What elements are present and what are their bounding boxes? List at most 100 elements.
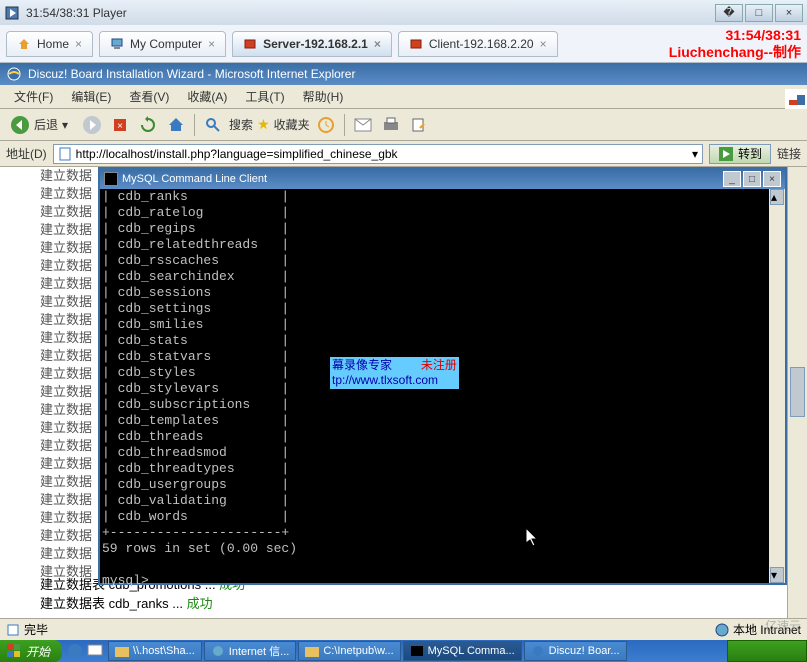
go-label: 转到 xyxy=(738,145,762,162)
url-text: http://localhost/install.php?language=si… xyxy=(76,147,398,161)
links-label[interactable]: 链接 xyxy=(777,145,801,162)
cmd-minimize-button[interactable]: _ xyxy=(723,171,741,187)
home-button[interactable] xyxy=(164,113,188,137)
log-row: 建立数据 xyxy=(40,239,100,257)
log-row: 建立数据 xyxy=(40,167,100,185)
log-row: 建立数据 xyxy=(40,257,100,275)
menu-favorites[interactable]: 收藏(A) xyxy=(179,86,235,107)
scroll-thumb[interactable] xyxy=(790,367,805,417)
log-row: 建立数据 xyxy=(40,203,100,221)
tab-close-icon[interactable]: × xyxy=(540,37,547,51)
separator xyxy=(194,114,195,136)
print-button[interactable] xyxy=(379,113,403,137)
ql-ie-icon[interactable] xyxy=(66,642,84,660)
home-icon xyxy=(17,37,31,51)
back-button[interactable]: 后退 ▾ xyxy=(6,113,76,137)
status-text: 完毕 xyxy=(24,621,48,638)
player-titlebar: 31:54/38:31 Player � □ × xyxy=(0,0,807,25)
stop-button[interactable]: × xyxy=(108,113,132,137)
refresh-button[interactable] xyxy=(136,113,160,137)
search-label[interactable]: 搜索 xyxy=(229,116,253,133)
minimize-button[interactable]: � xyxy=(715,4,743,22)
back-icon xyxy=(10,115,30,135)
ie-scrollbar[interactable] xyxy=(787,167,807,618)
svg-text:×: × xyxy=(117,121,123,132)
ie-menubar: 文件(F) 编辑(E) 查看(V) 收藏(A) 工具(T) 帮助(H) xyxy=(0,85,807,109)
ie-throbber-icon xyxy=(777,87,801,107)
recording-watermark: 幕录像专家 未注册 tp://www.tlxsoft.com xyxy=(330,357,459,389)
start-button[interactable]: 开始 xyxy=(0,640,62,662)
author-display: Liuchenchang--制作 xyxy=(669,44,801,61)
log-line: 建立数据表 cdb_ranks ... 成功 xyxy=(40,593,245,612)
history-button[interactable] xyxy=(314,113,338,137)
computer-icon xyxy=(110,37,124,51)
menu-tools[interactable]: 工具(T) xyxy=(237,86,292,107)
menu-edit[interactable]: 编辑(E) xyxy=(63,86,119,107)
task-sharedfolder[interactable]: \\.host\Sha... xyxy=(108,641,202,661)
edit-button[interactable] xyxy=(407,113,431,137)
guest-vm: Discuz! Board Installation Wizard - Micr… xyxy=(0,63,807,662)
tab-close-icon[interactable]: × xyxy=(208,37,215,51)
log-row: 建立数据 xyxy=(40,401,100,419)
log-row: 建立数据 xyxy=(40,293,100,311)
address-input[interactable]: http://localhost/install.php?language=si… xyxy=(53,144,703,164)
ie-content: 建立数据建立数据建立数据建立数据建立数据建立数据建立数据建立数据建立数据建立数据… xyxy=(0,167,787,618)
tab-close-icon[interactable]: × xyxy=(374,37,381,51)
cmd-titlebar[interactable]: MySQL Command Line Client _ □ × xyxy=(100,169,785,189)
cmd-icon xyxy=(104,172,118,186)
recording-overlay: 31:54/38:31 Liuchenchang--制作 xyxy=(669,27,801,61)
maximize-button[interactable]: □ xyxy=(745,4,773,22)
menu-help[interactable]: 帮助(H) xyxy=(295,86,352,107)
dropdown-icon[interactable]: ▾ xyxy=(692,147,698,161)
separator xyxy=(344,114,345,136)
tab-server[interactable]: Server-192.168.2.1 × xyxy=(232,31,392,57)
ql-desktop-icon[interactable] xyxy=(86,642,104,660)
ie-toolbar: 后退 ▾ × 搜索 ★ 收藏夹 xyxy=(0,109,807,141)
log-row: 建立数据 xyxy=(40,545,100,563)
task-iis[interactable]: Internet 信... xyxy=(204,641,297,661)
log-row: 建立数据 xyxy=(40,347,100,365)
log-row: 建立数据 xyxy=(40,437,100,455)
task-discuz[interactable]: Discuz! Boar... xyxy=(524,641,627,661)
task-explorer[interactable]: C:\Inetpub\w... xyxy=(298,641,400,661)
log-row: 建立数据 xyxy=(40,491,100,509)
done-icon xyxy=(6,623,20,637)
mail-button[interactable] xyxy=(351,113,375,137)
page-icon xyxy=(58,147,72,161)
globe-icon xyxy=(715,623,729,637)
time-display: 31:54/38:31 xyxy=(669,27,801,44)
tab-client[interactable]: Client-192.168.2.20 × xyxy=(398,31,558,57)
ie-title-text: Discuz! Board Installation Wizard - Micr… xyxy=(28,67,355,81)
task-mysql[interactable]: MySQL Comma... xyxy=(403,641,522,661)
cmd-maximize-button[interactable]: □ xyxy=(743,171,761,187)
vm-tools-bar[interactable] xyxy=(727,640,807,662)
tab-label: Server-192.168.2.1 xyxy=(263,37,368,51)
log-row: 建立数据 xyxy=(40,365,100,383)
cmd-title-text: MySQL Command Line Client xyxy=(122,173,267,185)
vm-icon xyxy=(409,37,423,51)
corner-watermark: 亿速云 xyxy=(765,617,801,634)
install-log-column: 建立数据建立数据建立数据建立数据建立数据建立数据建立数据建立数据建立数据建立数据… xyxy=(40,167,100,618)
log-row: 建立数据 xyxy=(40,455,100,473)
ie-icon xyxy=(6,66,22,82)
cmd-scrollbar[interactable]: ▴ ▾ xyxy=(769,189,785,583)
tab-mycomputer[interactable]: My Computer × xyxy=(99,31,226,57)
log-row: 建立数据 xyxy=(40,329,100,347)
favorites-icon[interactable]: ★ xyxy=(257,116,270,133)
tab-home[interactable]: Home × xyxy=(6,31,93,57)
log-row: 建立数据 xyxy=(40,221,100,239)
menu-view[interactable]: 查看(V) xyxy=(121,86,177,107)
tab-label: Client-192.168.2.20 xyxy=(429,37,534,51)
favorites-label[interactable]: 收藏夹 xyxy=(274,116,310,133)
cmd-close-button[interactable]: × xyxy=(763,171,781,187)
forward-button[interactable] xyxy=(80,113,104,137)
close-button[interactable]: × xyxy=(775,4,803,22)
search-button[interactable] xyxy=(201,113,225,137)
go-button[interactable]: 转到 xyxy=(709,144,771,164)
scroll-down-button[interactable]: ▾ xyxy=(770,567,784,583)
log-row: 建立数据 xyxy=(40,185,100,203)
scroll-up-button[interactable]: ▴ xyxy=(770,189,784,205)
quick-launch xyxy=(66,642,104,660)
menu-file[interactable]: 文件(F) xyxy=(6,86,61,107)
tab-close-icon[interactable]: × xyxy=(75,37,82,51)
